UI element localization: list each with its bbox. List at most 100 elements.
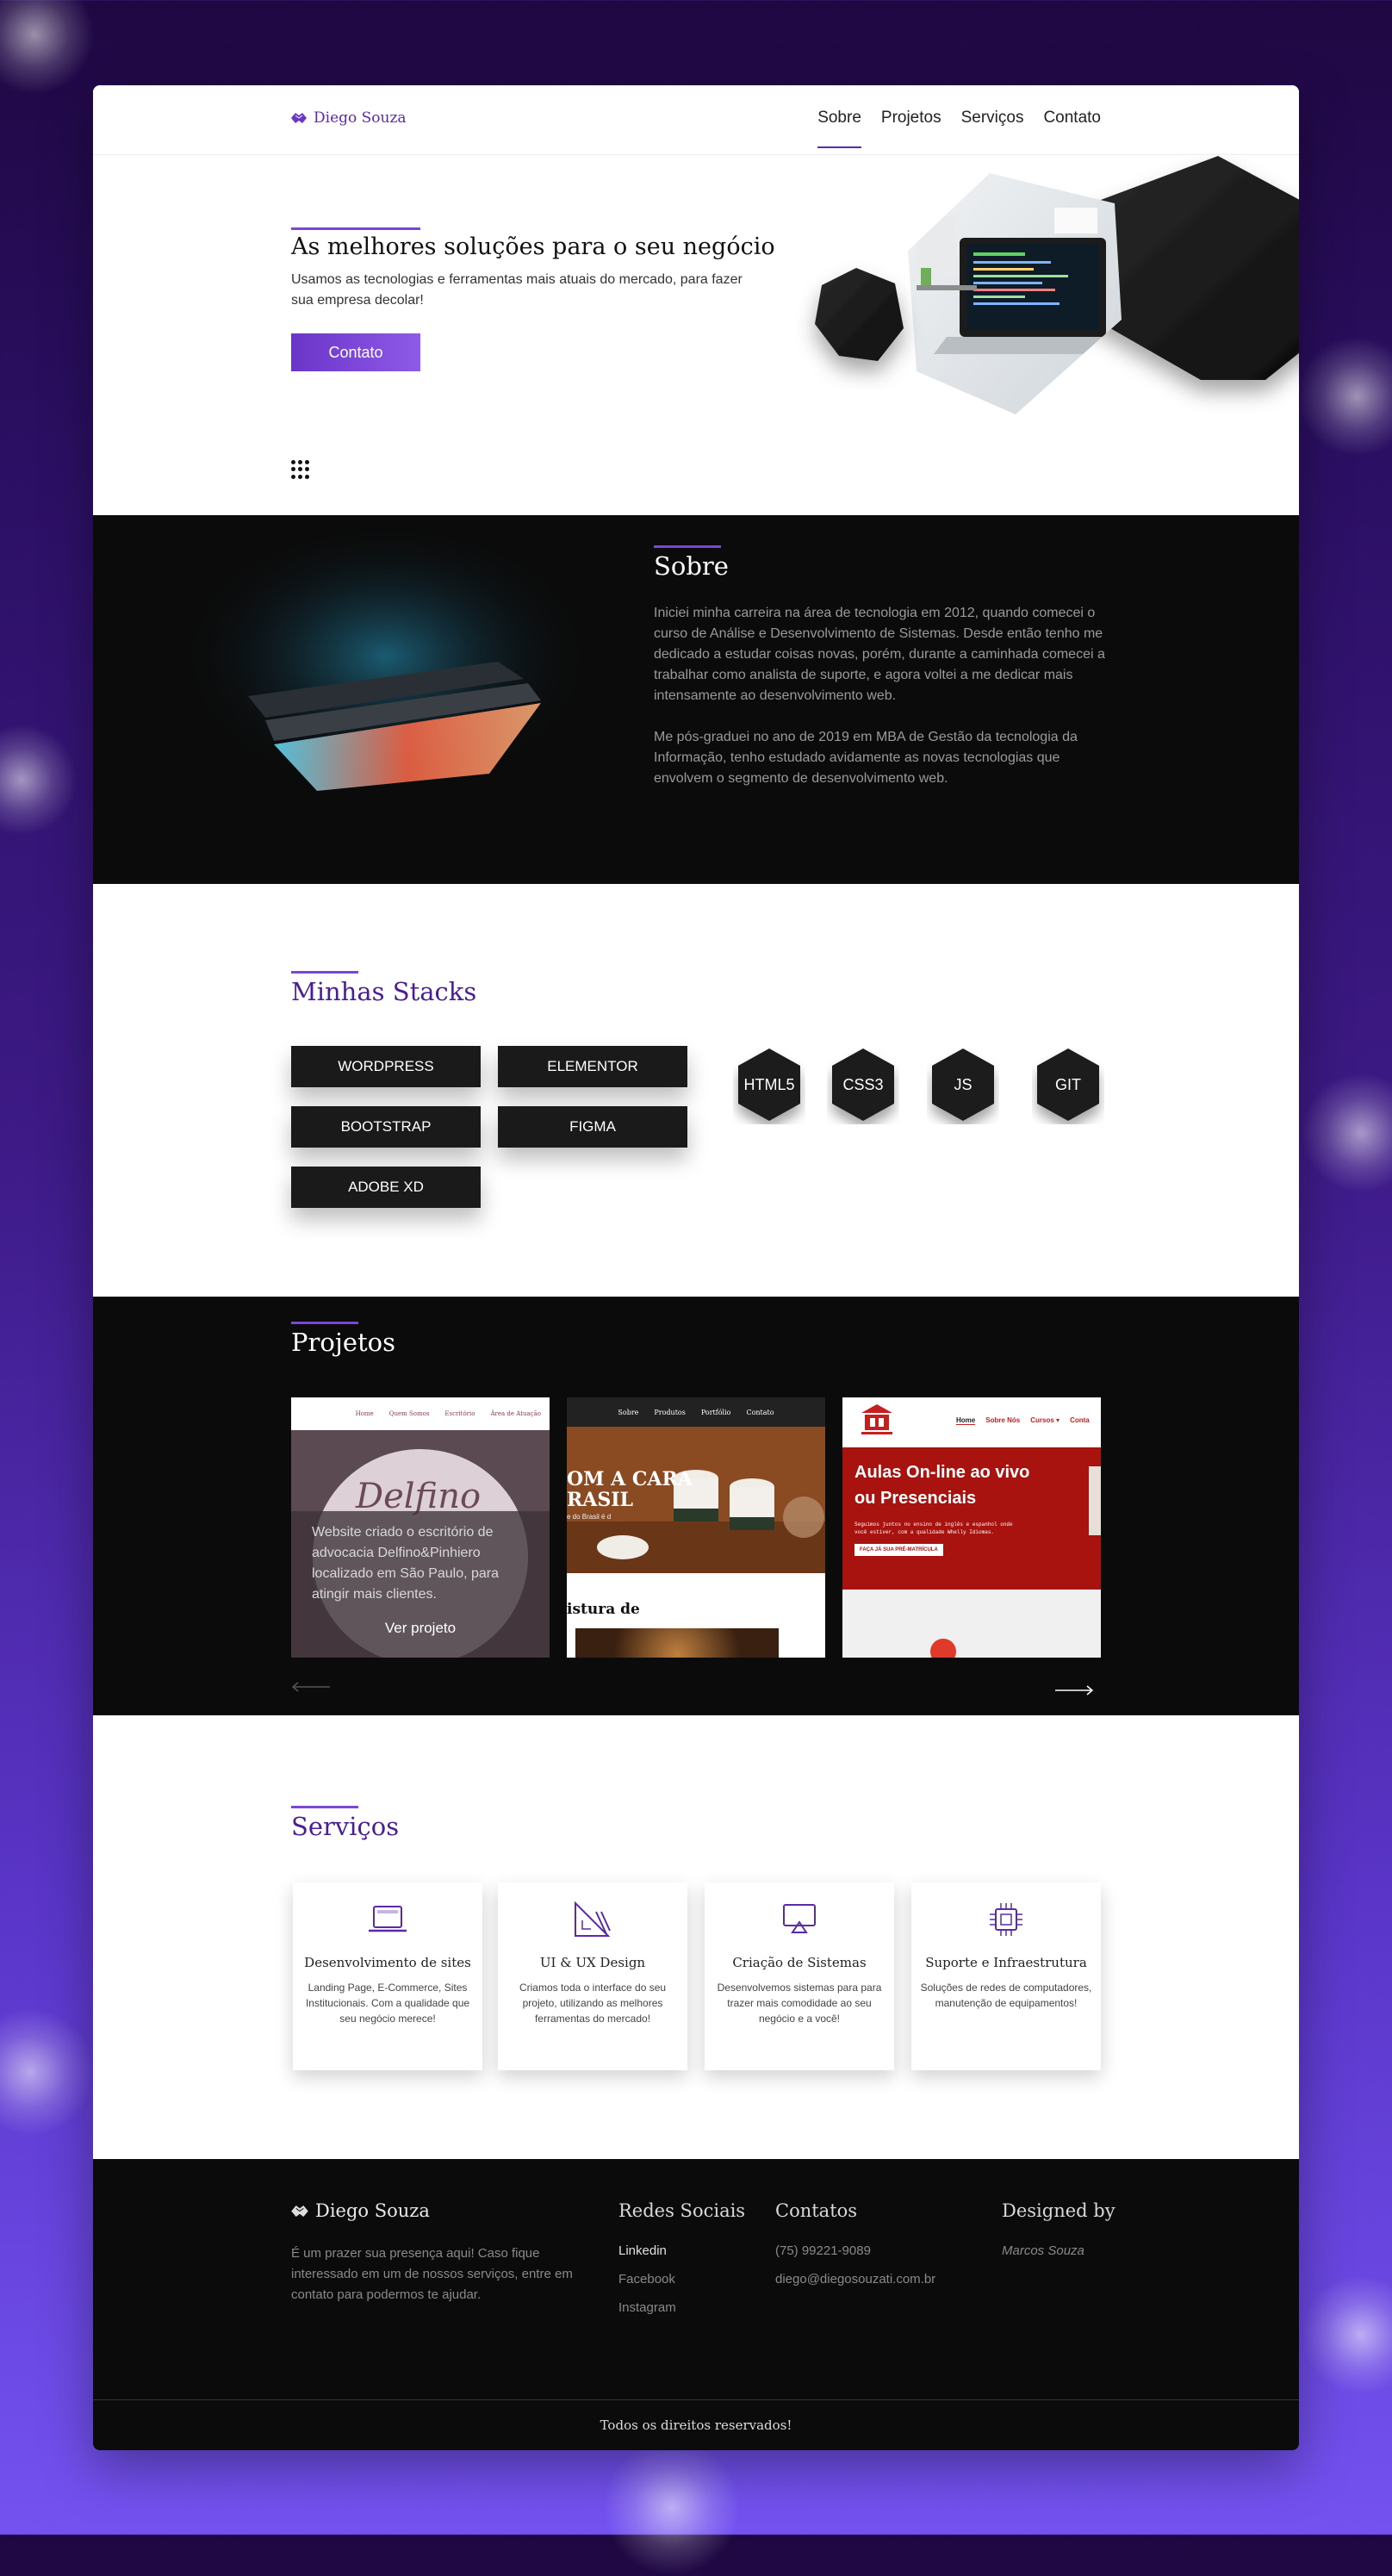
sobre-paragraph: Me pós-graduei no ano de 2019 em MBA de … — [654, 730, 1078, 786]
footer-link-instagram[interactable]: Instagram — [618, 2300, 676, 2315]
projetos-title: Projetos — [291, 1328, 395, 1357]
preview-red-badge — [930, 1639, 956, 1658]
carousel-prev-arrow-icon[interactable] — [291, 1682, 330, 1692]
servicos-accent-line — [291, 1806, 358, 1808]
preview-side-image — [1089, 1466, 1101, 1535]
preview-body: você estiver, com a qualidade Whelly Idi… — [854, 1529, 995, 1535]
project-description: Website criado o escritório de advocacia… — [312, 1525, 500, 1602]
background-glow — [0, 2007, 95, 2137]
preview-nav-item: Sobre — [618, 1408, 639, 1416]
preview-nav-item: Quem Somos — [388, 1410, 430, 1417]
nav-link-servicos[interactable]: Serviços — [961, 109, 1024, 148]
preview-nav-item: Cursos ▾ — [1030, 1416, 1060, 1424]
background-glow — [0, 724, 78, 836]
stacks-accent-line — [291, 971, 358, 974]
background-glow — [1301, 2274, 1392, 2395]
project-preview-nav: Home Quem Somos Escritório Área de Atuaç… — [291, 1397, 550, 1430]
preview-coffee-photo — [575, 1628, 779, 1658]
preview-nav-item: Área de Atuação — [490, 1410, 541, 1417]
monitor-icon — [783, 1904, 816, 1933]
service-name: Desenvolvimento de sites — [304, 1955, 471, 1970]
background-glow — [1296, 336, 1392, 457]
background-glow — [0, 0, 95, 95]
stack-figma: FIGMA — [498, 1106, 687, 1148]
project-card-coffee[interactable]: Sobre Produtos Portfólio Contato OM A CA… — [567, 1397, 825, 1658]
footer-contact-title: Contatos — [775, 2200, 858, 2221]
preview-headline: ou Presenciais — [854, 1489, 977, 1508]
preview-hero-text: RASIL — [567, 1489, 633, 1511]
preview-logo-icon — [861, 1404, 892, 1434]
footer-phone[interactable]: (75) 99221-9089 — [775, 2243, 871, 2258]
laptop-glow-image — [93, 515, 644, 884]
hero-contact-button[interactable]: Contato — [291, 333, 420, 371]
footer-link-facebook[interactable]: Facebook — [618, 2272, 675, 2287]
stack-adobe-xd: ADOBE XD — [291, 1167, 481, 1208]
hex-html5: HTML5 — [733, 1045, 805, 1124]
footer-copyright: Todos os direitos reservados! — [93, 2399, 1299, 2450]
preview-hero-text: OM A CARA — [567, 1468, 693, 1490]
sobre-title: Sobre — [654, 551, 729, 581]
preview-body: Seguimos juntos no ensino de inglês e es… — [854, 1521, 1013, 1528]
stack-elementor: ELEMENTOR — [498, 1046, 687, 1087]
ruler-triangle-icon — [575, 1901, 611, 1937]
nav-link-contato[interactable]: Contato — [1043, 109, 1101, 148]
service-card-web: Desenvolvimento de sites Landing Page, E… — [293, 1882, 482, 2070]
footer-logo[interactable]: Diego Souza — [291, 2200, 430, 2221]
nav-link-projetos[interactable]: Projetos — [881, 109, 941, 148]
sobre-section: Sobre Iniciei minha carreira na área de … — [93, 515, 1299, 884]
service-name: UI & UX Design — [539, 1955, 646, 1970]
logo-icon — [291, 113, 307, 123]
project-card-whelly[interactable]: Home Sobre Nós Cursos ▾ Conta Aulas On-l… — [842, 1397, 1101, 1658]
preview-section-text: istura de — [567, 1601, 640, 1618]
servicos-title: Serviços — [291, 1812, 400, 1841]
service-description: Criamos toda o interface do seu projeto,… — [519, 1982, 667, 2025]
preview-nav-item: Portfólio — [700, 1408, 731, 1416]
view-project-link[interactable]: Ver projeto — [291, 1620, 550, 1637]
hexagon-photo — [908, 173, 1122, 414]
service-card-support: Suporte e Infraestrutura Soluções de red… — [911, 1882, 1101, 2070]
hex-label: CSS3 — [842, 1075, 884, 1093]
footer-email[interactable]: diego@diegosouzati.com.br — [775, 2272, 935, 2287]
projetos-accent-line — [291, 1322, 358, 1324]
service-card-systems: Criação de Sistemas Desenvolvemos sistem… — [705, 1882, 894, 2070]
hex-label: JS — [954, 1075, 973, 1093]
footer-designed-title: Designed by — [1002, 2200, 1115, 2221]
chip-icon — [990, 1903, 1022, 1936]
service-description: Soluções de redes de computadores, manut… — [920, 1982, 1092, 2009]
project-preview-nav: Sobre Produtos Portfólio Contato — [567, 1397, 825, 1427]
stack-wordpress: WORDPRESS — [291, 1046, 481, 1087]
preview-cta-button: FAÇA JÁ SUA PRÉ-MATRÍCULA — [854, 1544, 943, 1556]
laptop-icon — [369, 1906, 407, 1932]
preview-nav-item: Contato — [746, 1408, 774, 1416]
footer-link-linkedin[interactable]: Linkedin — [618, 2243, 667, 2258]
background-glow — [603, 2438, 741, 2576]
footer-brand-name: Diego Souza — [315, 2200, 430, 2221]
stacks-title: Minhas Stacks — [291, 977, 477, 1006]
carousel-next-arrow-icon[interactable] — [1055, 1685, 1094, 1696]
logo-text: Diego Souza — [314, 109, 407, 127]
hero-title: As melhores soluções para o seu negócio — [291, 233, 775, 260]
hexagon-small — [815, 268, 904, 361]
preview-nav-item: Produtos — [654, 1408, 686, 1416]
footer-designer[interactable]: Marcos Souza — [1002, 2243, 1084, 2258]
logo[interactable]: Diego Souza — [291, 109, 407, 127]
project-card-delfino[interactable]: Home Quem Somos Escritório Área de Atuaç… — [291, 1397, 550, 1658]
hex-label: HTML5 — [743, 1075, 795, 1093]
hero-hexagon-illustration — [815, 156, 1299, 414]
preview-nav-item: Escritório — [444, 1410, 475, 1417]
nav-link-sobre[interactable]: Sobre — [817, 109, 861, 148]
hex-git: GIT — [1032, 1045, 1104, 1124]
project-preview-nav: Home Sobre Nós Cursos ▾ Conta — [842, 1397, 1101, 1447]
footer-social-title: Redes Sociais — [618, 2200, 746, 2221]
service-description: Landing Page, E-Commerce, Sites Instituc… — [305, 1982, 470, 2025]
service-description: Desenvolvemos sistemas para para trazer … — [717, 1982, 882, 2025]
preview-hero-caption: e do Brasil é d — [567, 1513, 612, 1521]
hex-label: GIT — [1055, 1075, 1081, 1093]
preview-nav-item: Conta — [1070, 1416, 1090, 1424]
sobre-accent-line — [654, 545, 721, 548]
preview-hero-banner: Aulas On-line ao vivo ou Presenciais Seg… — [842, 1447, 1101, 1590]
preview-headline: Aulas On-line ao vivo — [854, 1463, 1030, 1482]
grid-dots-icon[interactable] — [291, 460, 310, 479]
footer-text: É um prazer sua presença aqui! Caso fiqu… — [291, 2246, 573, 2302]
stack-bootstrap: BOOTSTRAP — [291, 1106, 481, 1148]
